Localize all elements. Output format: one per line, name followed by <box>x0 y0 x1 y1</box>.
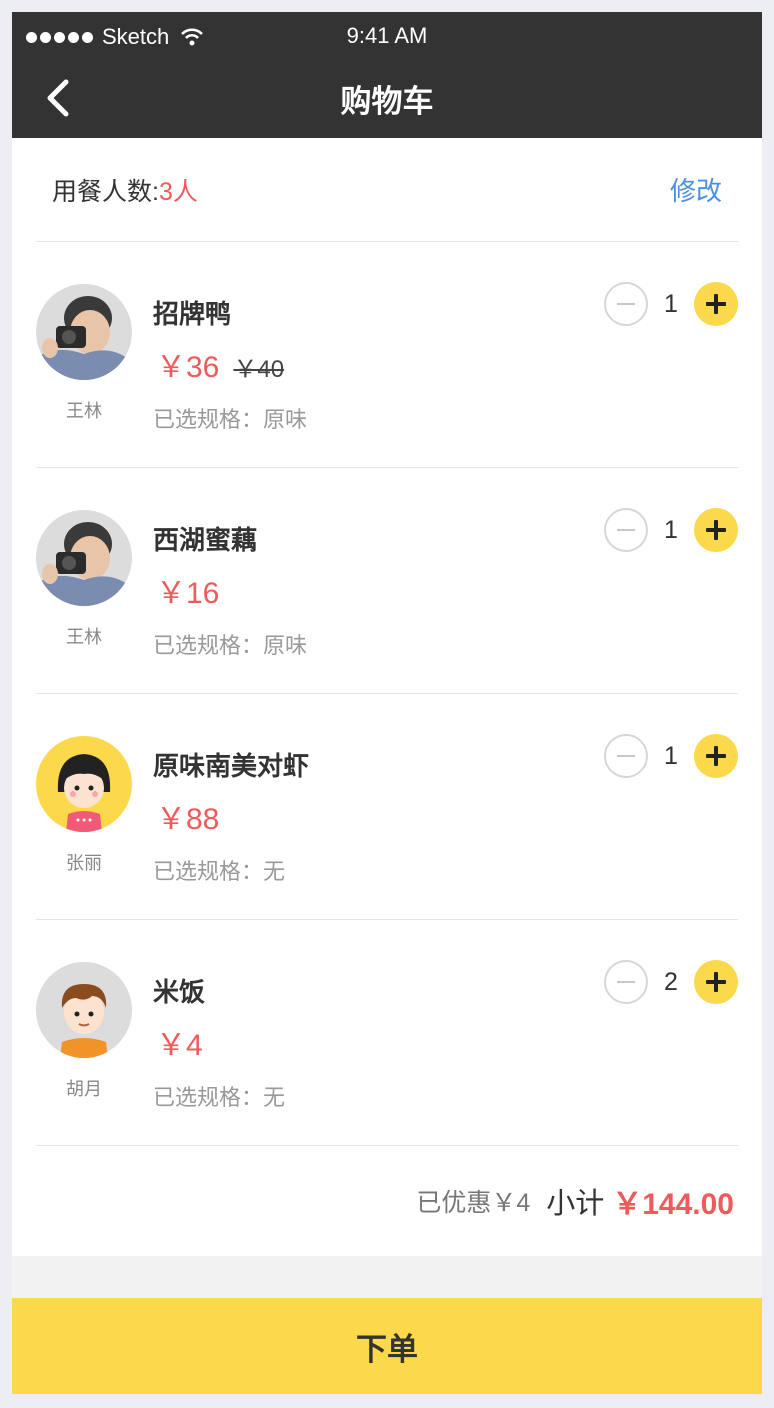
status-time: 9:41 AM <box>346 23 428 48</box>
diners-label: 用餐人数: <box>52 177 159 206</box>
back-arrow-icon[interactable] <box>40 76 80 120</box>
decrease-button[interactable] <box>604 960 648 1004</box>
item-original-price: ￥40 <box>233 356 285 383</box>
cart-item: 胡月 米饭 ￥4 已选规格：无 2 <box>36 920 738 1146</box>
increase-button[interactable] <box>694 508 738 552</box>
edit-diners-button[interactable]: 修改 <box>670 171 722 208</box>
decrease-button[interactable] <box>604 734 648 778</box>
increase-button[interactable] <box>694 282 738 326</box>
item-name: 米饭 <box>153 977 206 1007</box>
item-name: 原味南美对虾 <box>153 751 310 781</box>
item-spec: 已选规格：原味 <box>153 633 308 658</box>
person-name: 王林 <box>66 401 102 421</box>
item-price: ￥4 <box>156 1029 203 1062</box>
item-spec: 已选规格：无 <box>153 1085 286 1110</box>
cart-item: 王林 西湖蜜藕 ￥16 已选规格：原味 1 <box>36 468 738 694</box>
quantity-stepper: 2 <box>604 960 738 1004</box>
quantity-stepper: 1 <box>604 734 738 778</box>
cart-item: 王林 招牌鸭 ￥36 ￥40 已选规格：原味 1 <box>36 242 738 468</box>
item-price: ￥88 <box>156 803 220 836</box>
diners-row: 用餐人数:3人 修改 <box>36 138 738 242</box>
decrease-button[interactable] <box>604 508 648 552</box>
cart-content: 用餐人数:3人 修改 王林 招牌鸭 ￥36 ￥40 已选规格：原味 1 王林 西… <box>12 138 762 1256</box>
item-price: ￥36 <box>156 351 220 384</box>
diners-count: 3人 <box>158 177 198 206</box>
person-name: 胡月 <box>66 1079 102 1099</box>
photo-man-camera-icon <box>36 284 132 380</box>
decrease-button[interactable] <box>604 282 648 326</box>
quantity-value: 1 <box>664 515 678 544</box>
cart-item: 张丽 原味南美对虾 ￥88 已选规格：无 1 <box>36 694 738 920</box>
photo-man-camera-icon <box>36 510 132 606</box>
quantity-value: 1 <box>664 741 678 770</box>
person-name: 张丽 <box>66 853 102 873</box>
item-price: ￥16 <box>156 577 220 610</box>
quantity-stepper: 1 <box>604 282 738 326</box>
item-spec: 已选规格：无 <box>153 859 286 884</box>
quantity-value: 2 <box>664 967 678 996</box>
quantity-value: 1 <box>664 289 678 318</box>
increase-button[interactable] <box>694 734 738 778</box>
status-bar: Sketch 9:41 AM <box>12 12 762 58</box>
quantity-stepper: 1 <box>604 508 738 552</box>
item-name: 西湖蜜藕 <box>153 525 258 555</box>
increase-button[interactable] <box>694 960 738 1004</box>
nav-bar: 购物车 <box>12 58 762 138</box>
item-spec: 已选规格：原味 <box>153 407 308 432</box>
cartoon-boy-icon <box>36 962 132 1058</box>
discount-text: 已优惠￥4 <box>416 1189 531 1217</box>
place-order-button[interactable]: 下单 <box>12 1298 762 1394</box>
page-title: 购物车 <box>340 83 434 119</box>
cartoon-girl-icon <box>36 736 132 832</box>
subtotal-label: 小计 <box>546 1188 605 1220</box>
item-name: 招牌鸭 <box>153 299 232 329</box>
phone-screen: Sketch 9:41 AM 购物车 用餐人数:3人 修改 王林 招牌鸭 ￥36… <box>12 12 762 1394</box>
cart-summary: 已优惠￥4 小计 ￥144.00 <box>36 1146 738 1256</box>
subtotal-value: ￥144.00 <box>612 1188 734 1221</box>
person-name: 王林 <box>66 627 102 647</box>
